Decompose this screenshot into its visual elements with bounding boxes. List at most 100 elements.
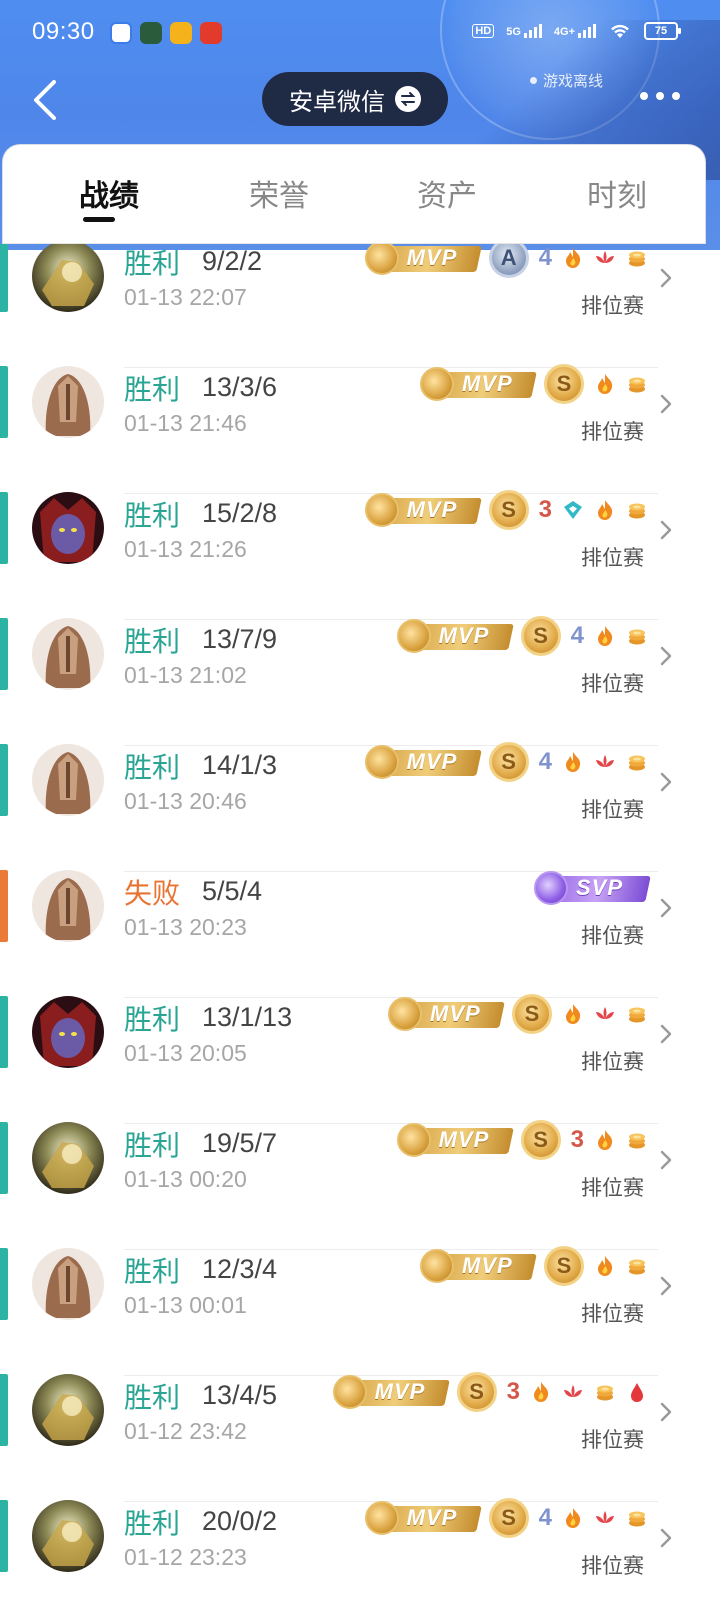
lotus-icon [564,1385,582,1397]
match-badges: MVP S 4 [364,1498,648,1538]
match-result: 胜利 [124,1508,181,1539]
coin-stack-icon [629,1511,645,1527]
mvp-badge: MVP [420,367,537,401]
match-row[interactable]: 胜利 12/3/4 01-13 00:01 MVP S 排位赛 [0,1246,720,1376]
match-time: 01-13 20:46 [124,788,247,814]
match-badges: MVP S [420,364,648,404]
status-bar: 09:30 HD 5G 4G+ 75 [0,0,720,68]
game-notification-icon [140,22,162,44]
match-result: 胜利 [124,626,181,657]
back-button[interactable] [28,78,68,122]
chevron-right-icon [660,394,672,414]
s-rating-badge: S [520,1120,561,1160]
match-row[interactable]: 胜利 15/2/8 01-13 21:26 MVP S 3 排位赛 [0,490,720,620]
mvp-coin-icon [420,367,454,401]
match-row[interactable]: 胜利 13/1/13 01-13 20:05 MVP S 排位赛 [0,994,720,1124]
lotus-icon [596,755,614,767]
coin-stack-icon [629,1133,645,1149]
chevron-right-icon [660,898,672,918]
match-row[interactable]: 胜利 13/4/5 01-12 23:42 MVP S 3 排位赛 [0,1372,720,1502]
hero-avatar [32,492,104,564]
s-rating-badge: S [512,994,552,1034]
svp-coin-icon [534,871,568,905]
hero-avatar [32,618,104,690]
s-rating-badge: S [456,1372,497,1412]
result-indicator-bar [0,870,8,942]
result-indicator-bar [0,1248,8,1320]
match-mode: 排位赛 [581,547,644,570]
match-time: 01-13 21:02 [124,662,247,688]
match-mode: 排位赛 [581,925,644,948]
chevron-right-icon [660,772,672,792]
signal-5g-icon: 5G [506,24,542,38]
result-indicator-bar [0,744,8,816]
match-badges: MVP S 3 [332,1372,648,1412]
match-mode: 排位赛 [581,1429,644,1452]
chevron-right-icon [660,268,672,288]
fire-icon [566,752,581,772]
chevron-right-icon [660,1276,672,1296]
mvp-badge: MVP [364,745,482,779]
hero-avatar [32,244,104,312]
match-row[interactable]: 胜利 13/7/9 01-13 21:02 MVP S 4 排位赛 [0,616,720,746]
more-dot-icon [672,92,680,100]
fire-icon [534,1382,549,1402]
tab-assets[interactable]: 资产 [417,171,477,215]
tab-moments[interactable]: 时刻 [587,171,647,215]
coin-stack-icon [629,377,645,393]
s-rating-badge: S [544,1246,584,1286]
chevron-right-icon [660,1402,672,1422]
more-dot-icon [640,92,648,100]
hero-avatar [32,1374,104,1446]
coin-stack-icon [629,755,645,771]
more-options-button[interactable] [640,92,680,100]
s-rating-badge: S [488,490,529,530]
more-dot-icon [656,92,664,100]
match-badges: MVP S 4 [364,742,648,782]
app-notification-icon [170,22,192,44]
match-badges: MVP A 4 [364,244,648,278]
kda-score: 13/7/9 [202,624,278,654]
match-time: 01-13 00:01 [124,1292,247,1318]
mvp-coin-icon [364,1501,399,1535]
mvp-badge: MVP [332,1375,450,1409]
match-mode: 排位赛 [581,1555,644,1578]
result-indicator-bar [0,1122,8,1194]
mvp-coin-icon [396,1123,431,1157]
match-row[interactable]: 失败 5/5/4 01-13 20:23 SVP 排位赛 [0,870,720,998]
match-time: 01-13 20:05 [124,1040,247,1066]
match-row[interactable]: 胜利 14/1/3 01-13 20:46 MVP S 4 排位赛 [0,742,720,872]
match-time: 01-12 23:23 [124,1544,247,1570]
match-row[interactable]: 胜利 9/2/2 01-13 22:07 MVP A 4 排位赛 [0,244,720,368]
account-switch-button[interactable]: 安卓微信 [262,72,448,126]
tab-records[interactable]: 战绩 [79,171,139,215]
match-mode: 排位赛 [581,1051,644,1074]
match-row[interactable]: 胜利 20/0/2 01-12 23:23 MVP S 4 排位赛 [0,1498,720,1600]
fire-icon [598,500,613,520]
match-row[interactable]: 胜利 13/3/6 01-13 21:46 MVP S 排位赛 [0,364,720,494]
match-badges: SVP [534,870,651,906]
match-mode: 排位赛 [581,1303,644,1326]
match-mode: 排位赛 [581,1177,644,1200]
tab-honor[interactable]: 荣誉 [249,171,309,215]
mvp-badge: MVP [420,1249,537,1283]
match-mode: 排位赛 [581,295,644,318]
coin-stack-icon [629,1259,645,1275]
match-result: 胜利 [124,1130,181,1161]
hd-icon: HD [472,24,495,38]
chevron-right-icon [660,1150,672,1170]
s-rating-badge: S [544,364,584,404]
game-notification-icon [200,22,222,44]
coin-stack-icon [629,503,645,519]
match-row[interactable]: 胜利 19/5/7 01-13 00:20 MVP S 3 排位赛 [0,1120,720,1250]
wifi-icon [611,24,629,38]
kda-score: 15/2/8 [202,498,278,528]
mvp-coin-icon [420,1249,454,1283]
hero-avatar [32,996,104,1068]
game-offline-status: 游戏离线 [530,70,603,91]
fire-icon [598,1256,613,1276]
match-time: 01-13 22:07 [124,284,247,310]
match-result: 失败 [124,878,181,909]
signal-4g-icon: 4G+ [554,24,596,38]
hero-avatar [32,870,104,942]
